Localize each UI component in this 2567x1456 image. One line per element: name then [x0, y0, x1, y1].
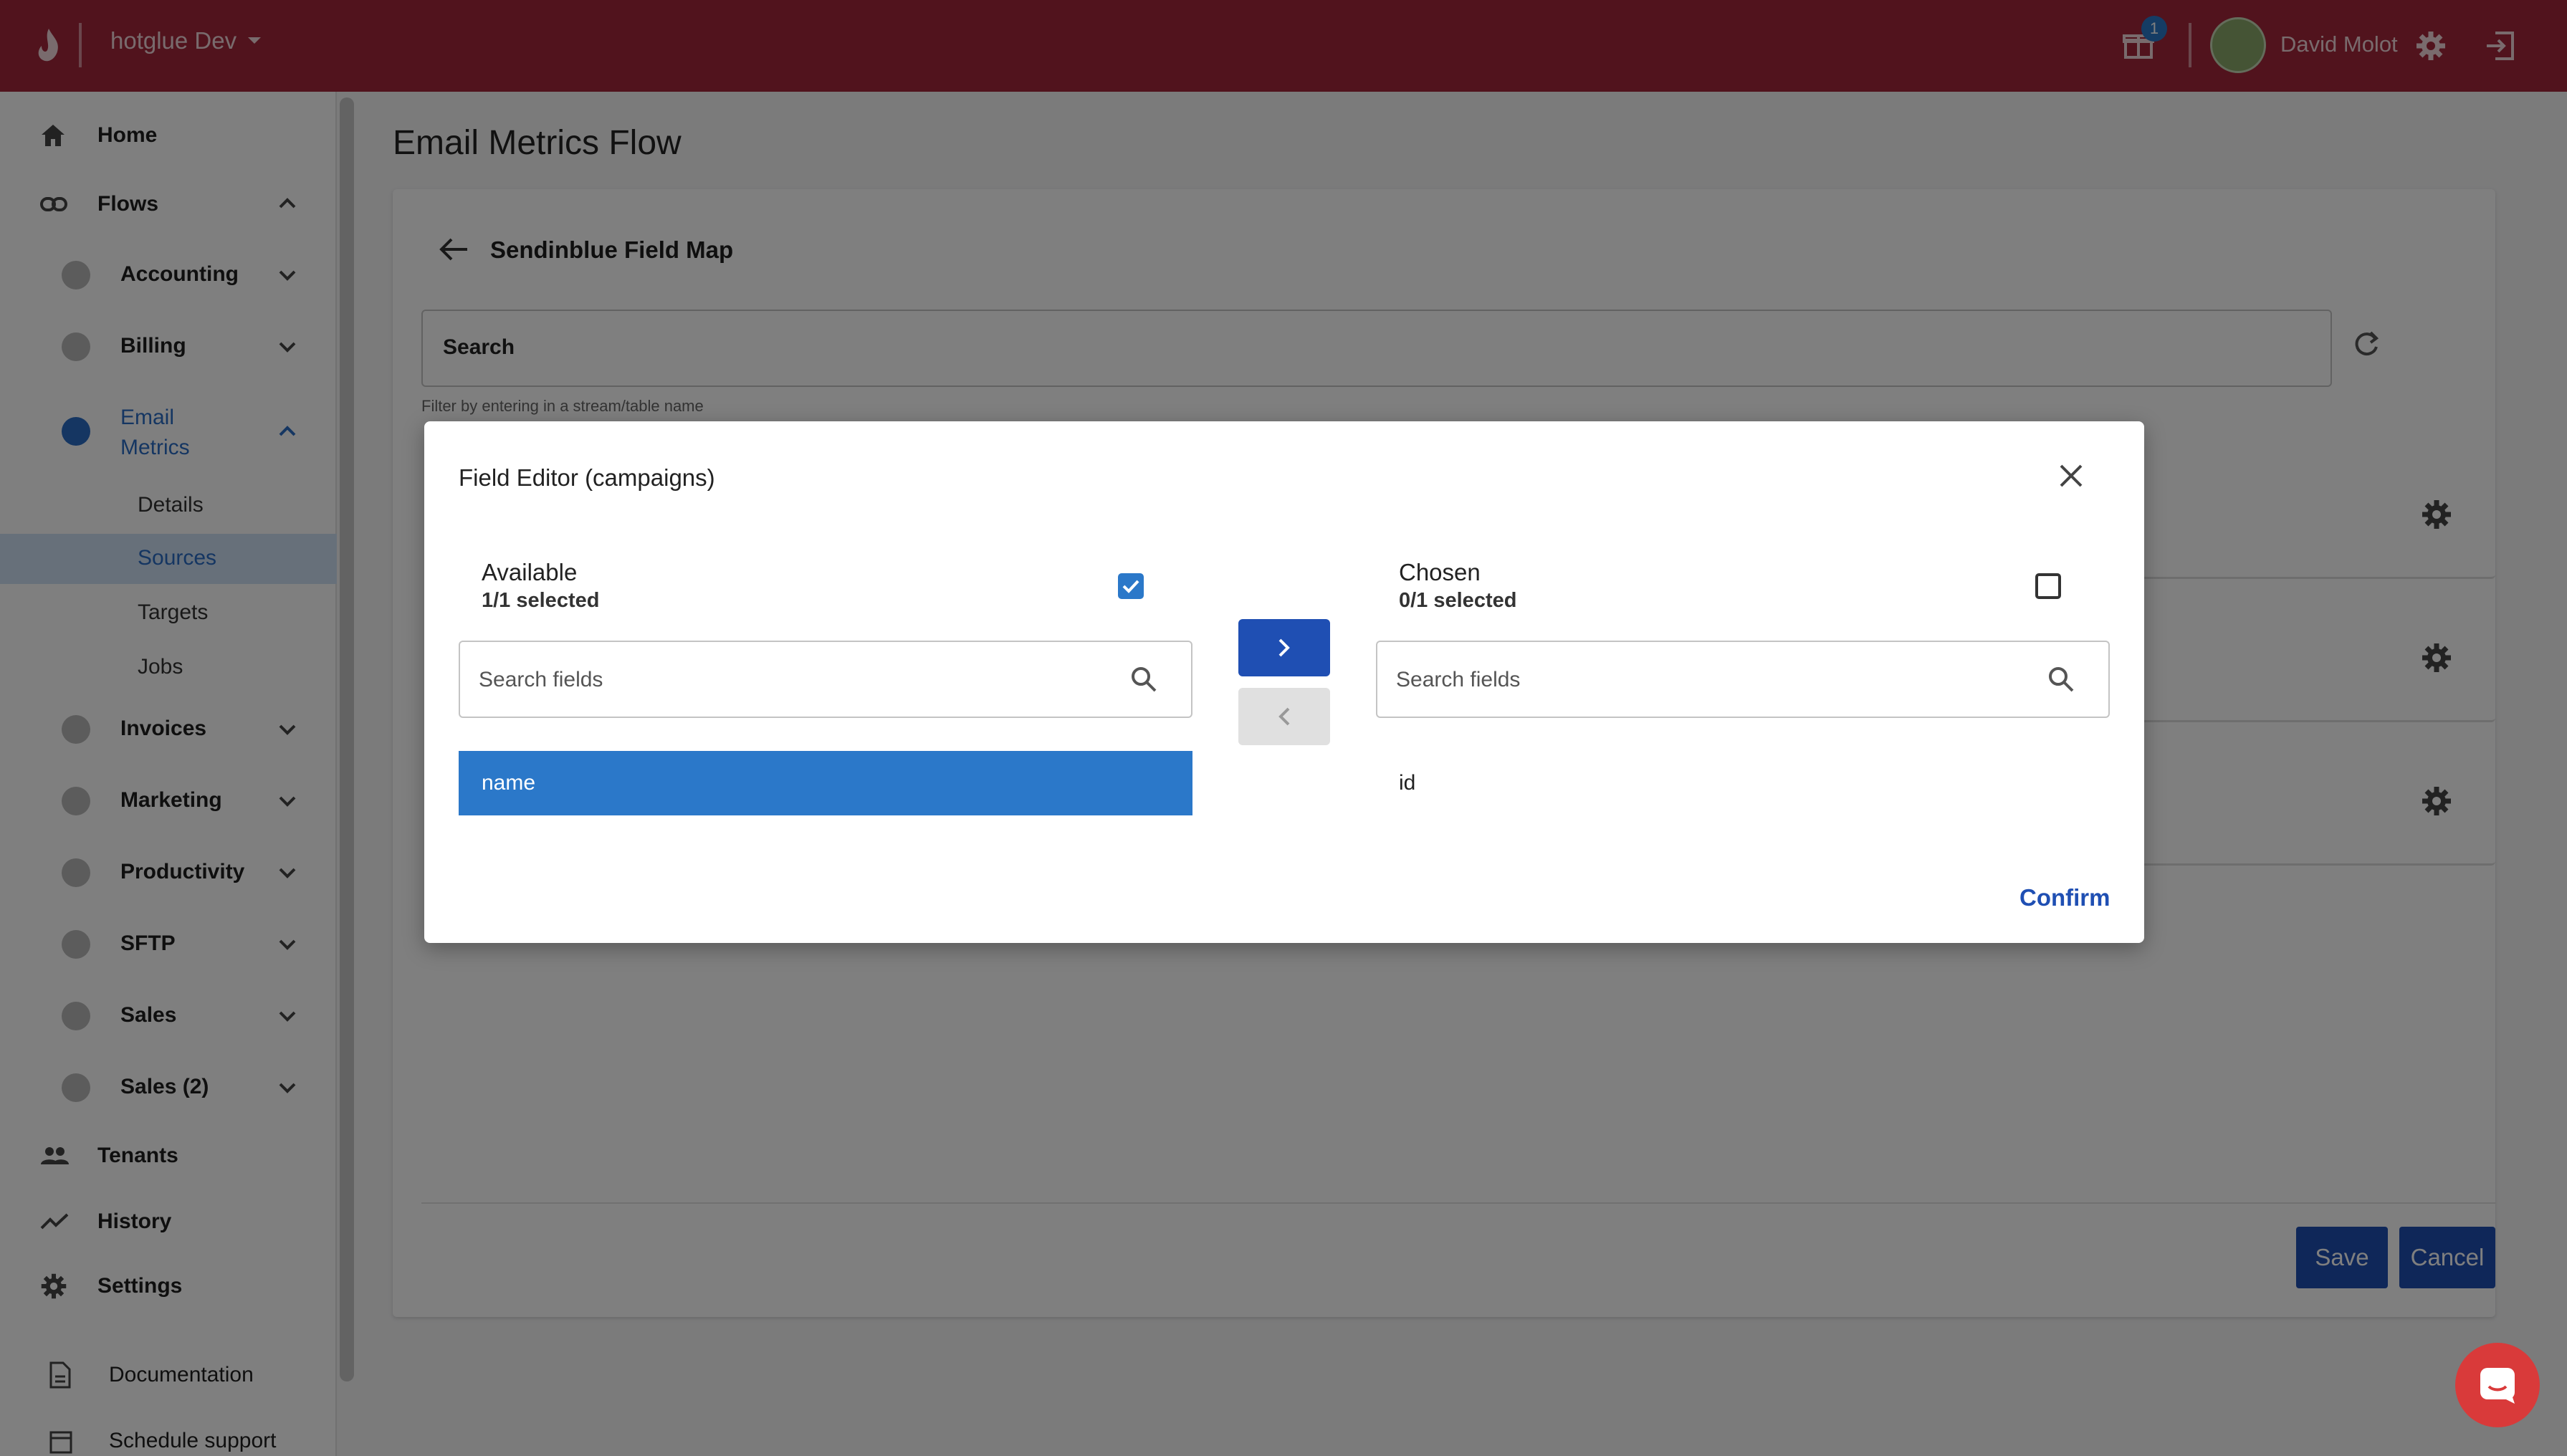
- chosen-selected-count: 0/1 selected: [1399, 589, 1517, 612]
- search-icon: [2047, 665, 2075, 694]
- available-search-input[interactable]: Search fields: [459, 641, 1192, 718]
- move-right-button[interactable]: [1238, 619, 1330, 676]
- chosen-search-input[interactable]: Search fields: [1376, 641, 2110, 718]
- chat-icon: [2477, 1365, 2518, 1405]
- dialog-title: Field Editor (campaigns): [459, 464, 715, 491]
- available-select-all-checkbox[interactable]: [1118, 573, 1144, 599]
- close-icon[interactable]: [2058, 463, 2084, 489]
- search-icon: [1129, 665, 1158, 694]
- available-selected-count: 1/1 selected: [482, 589, 600, 612]
- chosen-list-item[interactable]: id: [1399, 771, 1415, 795]
- chosen-heading: Chosen: [1399, 559, 1481, 585]
- field-editor-dialog: Field Editor (campaigns) Available 1/1 s…: [424, 421, 2144, 943]
- available-heading: Available: [482, 559, 578, 585]
- chat-launcher-button[interactable]: [2455, 1343, 2540, 1427]
- confirm-button[interactable]: Confirm: [2019, 884, 2111, 911]
- move-left-button[interactable]: [1238, 688, 1330, 745]
- available-list-item[interactable]: name: [459, 751, 1192, 815]
- chosen-select-all-checkbox[interactable]: [2035, 573, 2061, 599]
